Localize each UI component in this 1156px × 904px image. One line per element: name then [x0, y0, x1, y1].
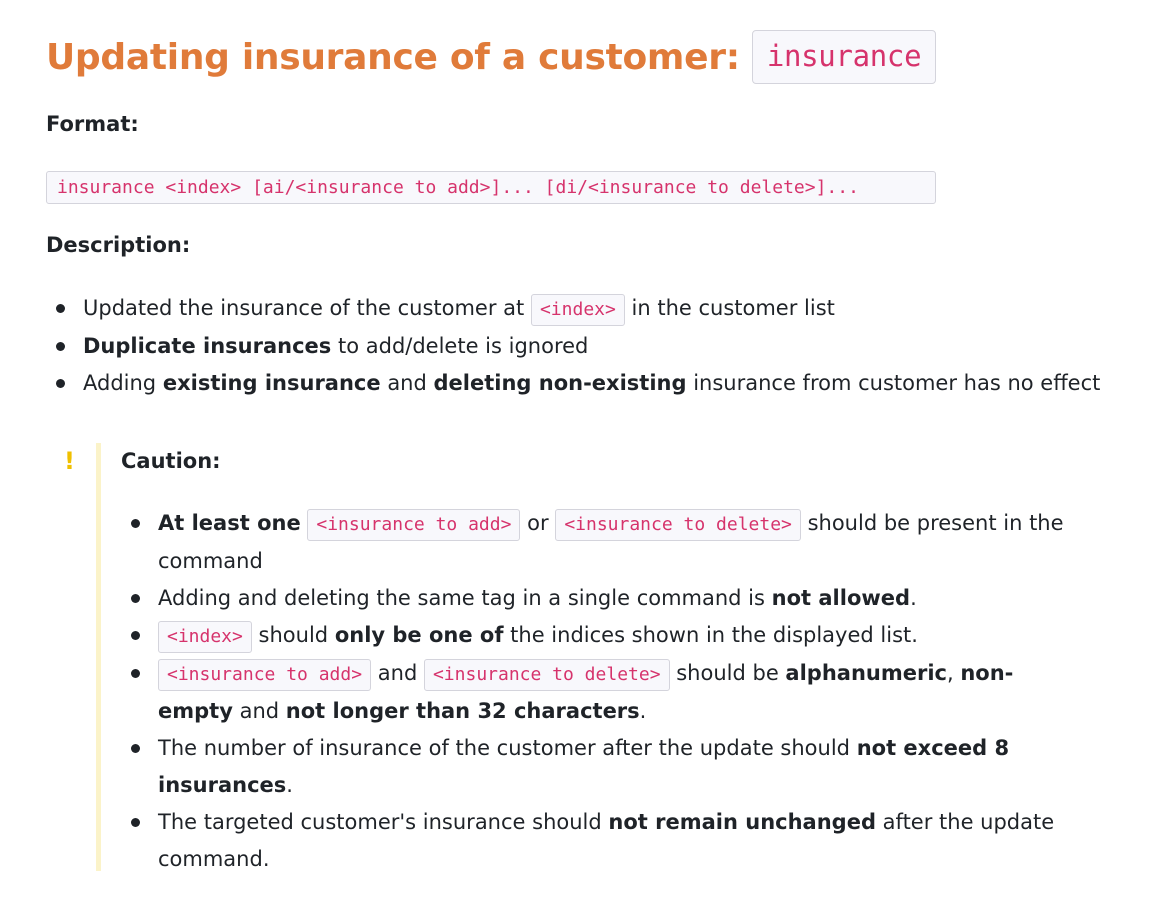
inline-code-index: <index>	[158, 621, 252, 653]
caution-bold-text: not remain unchanged	[608, 810, 876, 834]
caution-item: The number of insurance of the customer …	[131, 730, 1078, 804]
description-text: in the customer list	[631, 296, 835, 320]
caution-text: or	[527, 511, 549, 535]
caution-item: <insurance to add> and <insurance to del…	[131, 655, 1078, 730]
caution-text: .	[910, 586, 917, 610]
title-command-code: insurance	[751, 30, 937, 84]
description-item: Adding existing insurance and deleting n…	[56, 365, 1143, 402]
description-item: Duplicate insurances to add/delete is ig…	[56, 328, 1143, 365]
caution-text: The targeted customer's insurance should	[158, 810, 602, 834]
caution-text: The number of insurance of the customer …	[158, 736, 850, 760]
caution-item: Adding and deleting the same tag in a si…	[131, 580, 1078, 617]
caution-text: .	[286, 773, 293, 797]
caution-item: <index> should only be one of the indice…	[131, 617, 1078, 655]
format-label: Format:	[46, 112, 139, 136]
caution-text: the indices shown in the displayed list.	[510, 623, 918, 647]
caution-list: At least one <insurance to add> or <insu…	[131, 505, 1078, 878]
description-item: Updated the insurance of the customer at…	[56, 290, 1143, 328]
caution-text: .	[639, 699, 647, 723]
inline-code-insurance-to-delete: <insurance to delete>	[555, 509, 801, 541]
caution-bold-text: alphanumeric	[785, 661, 947, 685]
title-text: Updating insurance of a customer:	[46, 36, 740, 78]
description-bold-text: existing insurance	[162, 371, 381, 395]
caution-label: Caution:	[121, 449, 221, 473]
exclamation-icon: !	[64, 447, 75, 475]
inline-code-index: <index>	[530, 294, 625, 326]
inline-code-insurance-to-add: <insurance to add>	[307, 509, 521, 541]
inline-code-insurance-to-add: <insurance to add>	[158, 659, 372, 691]
description-text: Updated the insurance of the customer at	[83, 296, 525, 320]
caution-text: should be	[676, 661, 779, 685]
description-bold-text: deleting non-existing	[433, 371, 687, 395]
caution-text: and	[239, 699, 280, 723]
caution-text: ,	[946, 661, 954, 685]
description-bold-text: Duplicate insurances	[83, 334, 332, 358]
caution-text: Adding and deleting the same tag in a si…	[158, 586, 765, 610]
inline-code-insurance-to-delete: <insurance to delete>	[423, 659, 670, 691]
caution-bold-text: not allowed	[771, 586, 911, 610]
page-title: Updating insurance of a customer: insura…	[46, 30, 937, 84]
format-code-block: insurance <index> [ai/<insurance to add>…	[46, 171, 936, 204]
description-text: to add/delete is ignored	[337, 334, 589, 358]
description-text: Adding	[83, 371, 157, 395]
caution-item: At least one <insurance to add> or <insu…	[131, 505, 1078, 580]
caution-bold-text: only be one of	[334, 623, 504, 647]
description-text: and	[387, 371, 427, 395]
caution-text: should	[258, 623, 329, 647]
description-label: Description:	[46, 233, 191, 257]
description-list: Updated the insurance of the customer at…	[56, 290, 1143, 402]
description-text: insurance from customer has no effect	[693, 371, 1101, 395]
caution-text: and	[377, 661, 418, 685]
caution-item: The targeted customer's insurance should…	[131, 804, 1078, 878]
caution-bold-text: At least one	[158, 511, 301, 535]
caution-bold-text: not longer than 32 characters	[285, 699, 640, 723]
